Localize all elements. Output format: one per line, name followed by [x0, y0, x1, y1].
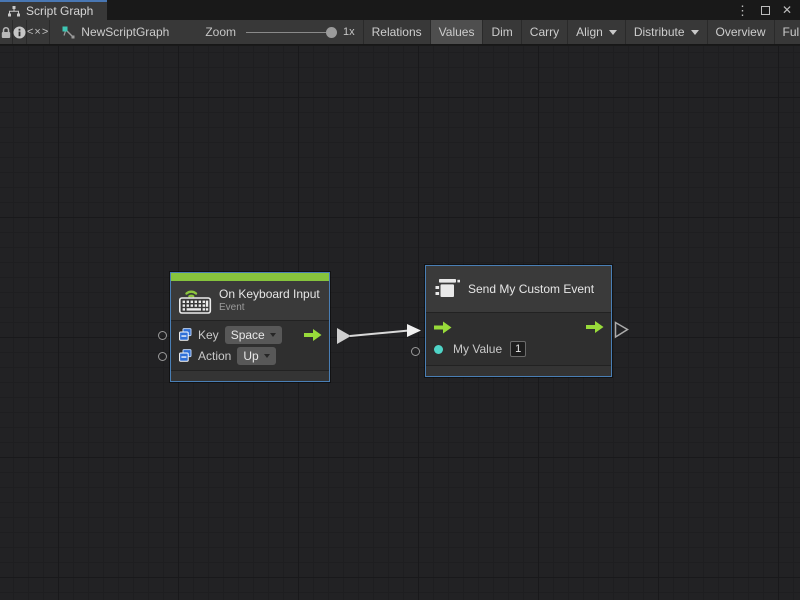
flow-output-port[interactable] — [586, 321, 604, 334]
node-header: Send My Custom Event — [426, 266, 611, 313]
window-controls: ⋮ ✕ — [736, 0, 792, 20]
wire-start-arrow-icon[interactable] — [337, 328, 351, 344]
code-icon: <×> — [27, 26, 49, 38]
chevron-down-icon — [609, 30, 617, 35]
key-port-label: Key — [198, 328, 219, 342]
dim-button[interactable]: Dim — [483, 20, 521, 44]
script-graph-window: Script Graph ⋮ ✕ <×> — [0, 0, 800, 600]
value-port-dot-icon[interactable] — [434, 345, 443, 354]
window-menu-icon[interactable]: ⋮ — [736, 4, 749, 17]
carry-button[interactable]: Carry — [522, 20, 568, 44]
my-value-input[interactable]: 1 — [510, 341, 526, 357]
zoom-slider[interactable] — [246, 32, 334, 33]
event-indicator-bar — [171, 273, 329, 281]
zoom-label: Zoom — [205, 25, 236, 39]
values-button[interactable]: Values — [431, 20, 484, 44]
action-port-row: Action Up — [171, 345, 329, 366]
node-title: Send My Custom Event — [468, 282, 594, 297]
flow-arrow-icon — [586, 321, 604, 334]
chevron-down-icon — [264, 354, 270, 358]
node-body: My Value 1 — [426, 313, 611, 362]
graph-name: NewScriptGraph — [81, 25, 169, 39]
chevron-down-icon — [691, 30, 699, 35]
keyboard-action-port-circle[interactable] — [158, 352, 167, 361]
graph-canvas[interactable]: On Keyboard Input Event Key Space — [0, 46, 800, 600]
lock-button[interactable] — [0, 20, 13, 44]
flow-port-row — [426, 316, 611, 338]
tab-bar: Script Graph ⋮ ✕ — [0, 0, 800, 20]
script-graph-asset-icon — [62, 26, 75, 39]
my-value-port-circle[interactable] — [411, 347, 420, 356]
node-titles: On Keyboard Input Event — [219, 287, 320, 314]
action-dropdown[interactable]: Up — [237, 347, 275, 365]
distribute-dropdown-button[interactable]: Distribute — [626, 20, 708, 44]
chevron-down-icon — [270, 333, 276, 337]
node-footer — [171, 370, 329, 381]
zoom-control: Zoom 1x — [205, 20, 354, 44]
flow-arrow-icon — [304, 328, 322, 341]
node-title: On Keyboard Input — [219, 287, 320, 302]
close-icon[interactable]: ✕ — [782, 4, 792, 16]
connection-wire[interactable] — [350, 331, 409, 337]
lock-icon — [0, 26, 12, 39]
trigger-output-port[interactable] — [304, 328, 322, 341]
graph-breadcrumb[interactable]: NewScriptGraph — [62, 20, 169, 44]
info-button[interactable] — [13, 20, 27, 44]
graph-toolbar: <×> NewScriptGraph Zoom 1x Relations Va — [0, 20, 800, 45]
align-dropdown-button[interactable]: Align — [568, 20, 626, 44]
node-body: Key Space — [171, 321, 329, 368]
key-port-row: Key Space — [171, 324, 329, 345]
connection-layer — [0, 46, 800, 600]
my-value-label: My Value — [453, 342, 502, 356]
flow-input-arrow-icon[interactable] — [434, 321, 452, 334]
my-value-port-row: My Value 1 — [426, 338, 611, 360]
full-screen-button[interactable]: Full Screen — [775, 20, 800, 44]
key-dropdown[interactable]: Space — [225, 326, 282, 344]
node-subtitle: Event — [219, 302, 320, 314]
node-send-my-custom-event[interactable]: Send My Custom Event My Value — [425, 265, 612, 377]
keyboard-key-port-circle[interactable] — [158, 331, 167, 340]
zoom-slider-knob[interactable] — [326, 27, 337, 38]
view-code-button[interactable]: <×> — [27, 20, 50, 44]
action-port-label: Action — [198, 349, 231, 363]
relations-button[interactable]: Relations — [364, 20, 431, 44]
custom-event-output-port-icon[interactable] — [616, 323, 628, 338]
enum-type-icon — [179, 349, 192, 362]
node-footer — [426, 365, 611, 376]
zoom-value: 1x — [343, 26, 355, 38]
tab-script-graph[interactable]: Script Graph — [0, 0, 107, 20]
toolbar-buttons: Relations Values Dim Carry Align Distrib… — [363, 20, 800, 44]
keyboard-icon — [179, 287, 212, 314]
enum-type-icon — [179, 328, 192, 341]
node-on-keyboard-input[interactable]: On Keyboard Input Event Key Space — [170, 272, 330, 382]
overview-button[interactable]: Overview — [708, 20, 775, 44]
info-icon — [13, 26, 26, 39]
node-header: On Keyboard Input Event — [171, 281, 329, 321]
graph-hierarchy-icon — [8, 6, 20, 17]
wire-end-arrow-icon[interactable] — [407, 324, 421, 337]
tab-label: Script Graph — [26, 4, 93, 18]
custom-event-icon — [434, 277, 461, 301]
maximize-icon[interactable] — [761, 6, 770, 15]
